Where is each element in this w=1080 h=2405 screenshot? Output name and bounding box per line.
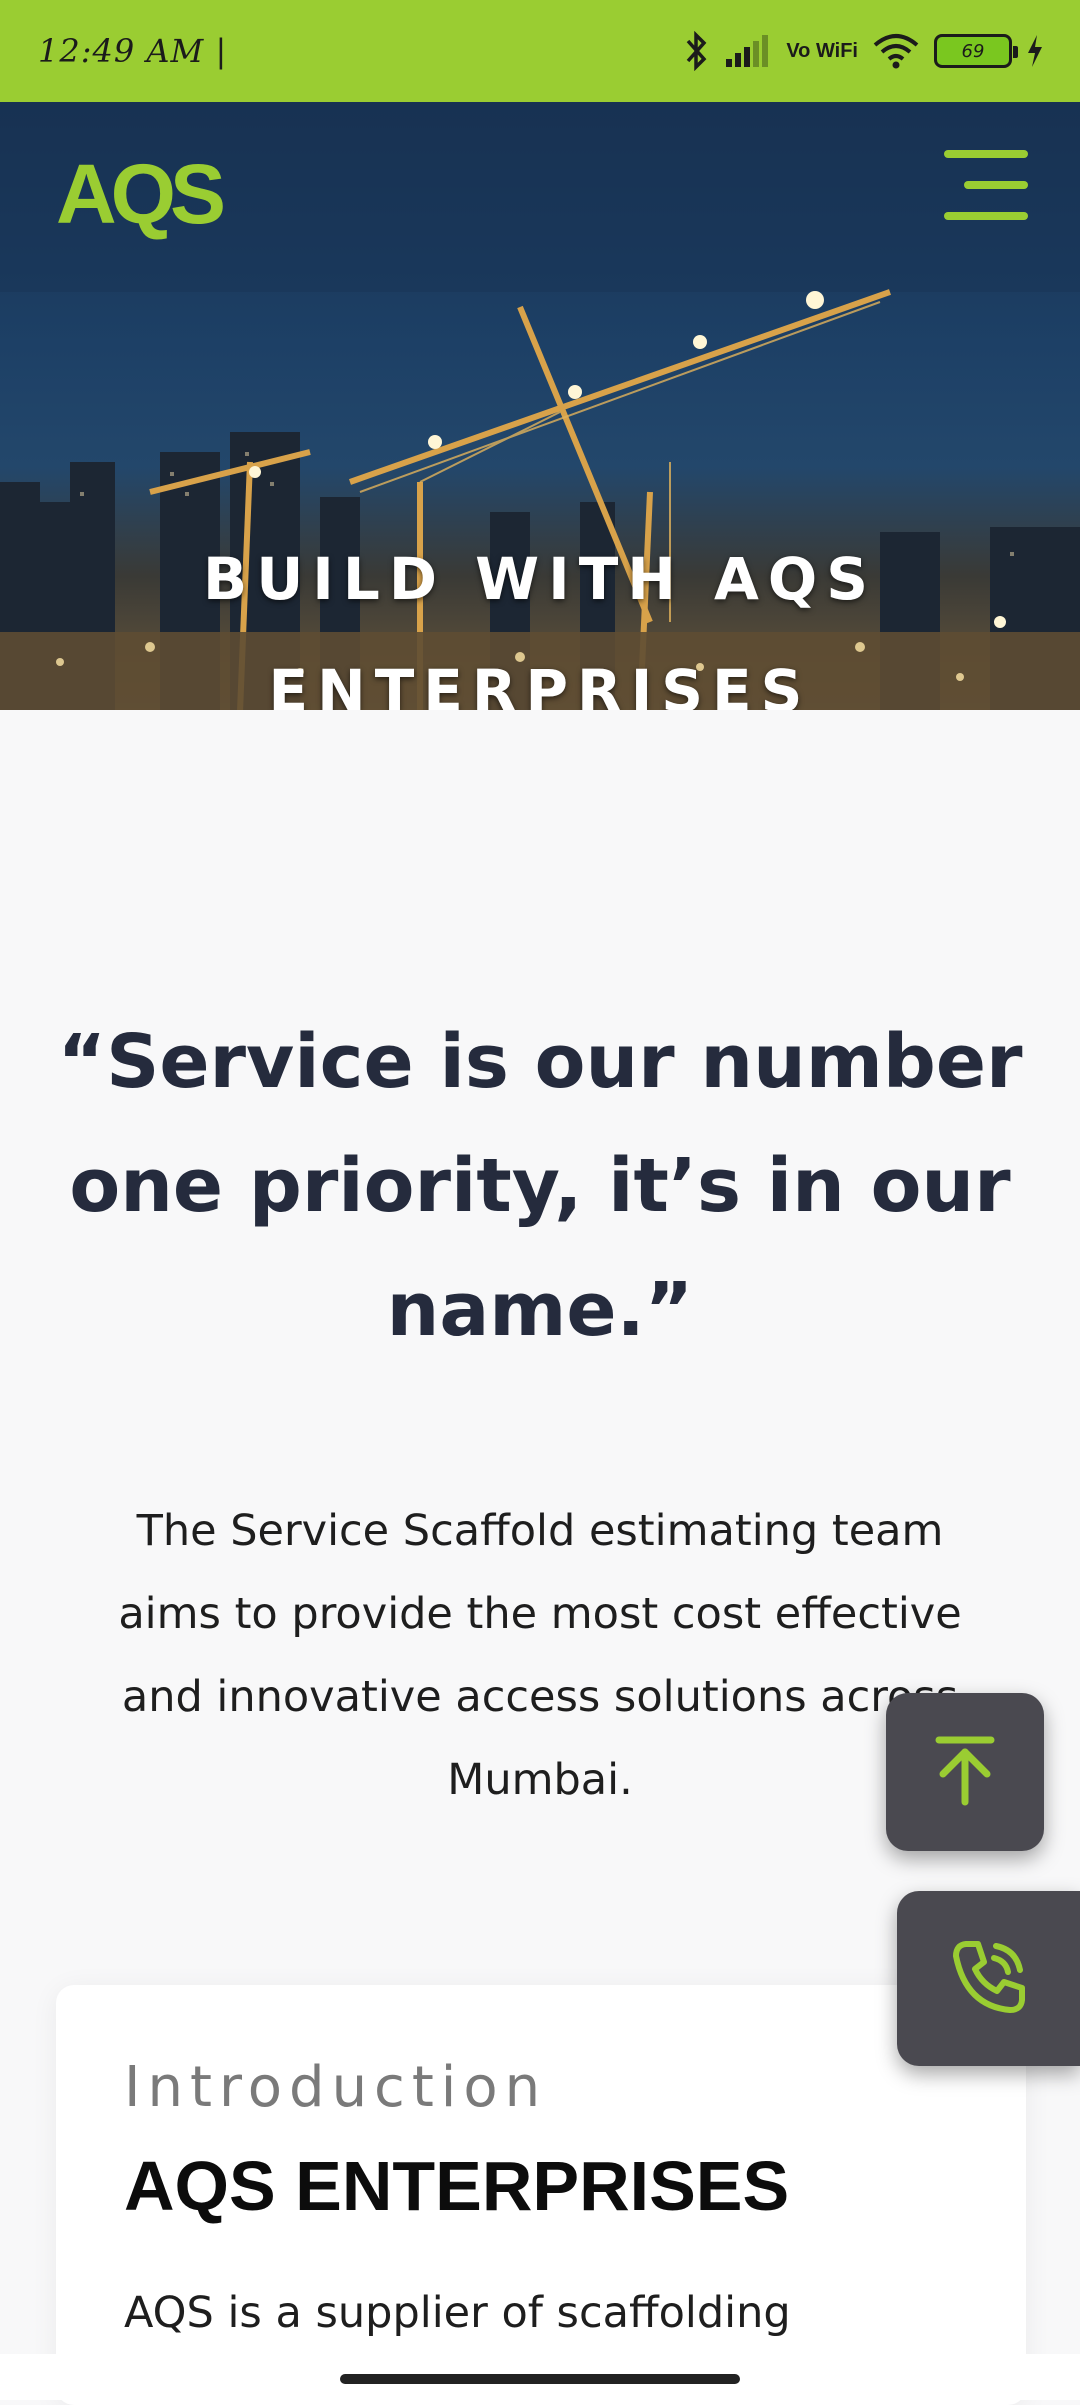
status-time: 12:49 AM | (38, 32, 228, 70)
navigation-bar (0, 2354, 1080, 2400)
scroll-to-top-button[interactable] (886, 1693, 1044, 1851)
card-body: AQS is a supplier of scaffolding (124, 2288, 791, 2338)
arrow-up-to-top-icon (925, 1730, 1005, 1814)
aqs-logo[interactable]: AQS (56, 146, 226, 243)
hero-title-line2: ENTERPRISES (268, 657, 812, 710)
service-quote: “Service is our number one priority, it’… (40, 1000, 1040, 1372)
signal-icon (724, 33, 772, 69)
intro-paragraph: The Service Scaffold estimating team aim… (60, 1490, 1020, 1822)
status-icons: Vo WiFi 69 (684, 31, 1044, 71)
battery-icon: 69 (934, 34, 1018, 68)
intro-line3: and innovative access solutions across (121, 1672, 959, 1722)
hero-banner: AQS BUILD WITH AQS ENTERPRISES (0, 102, 1080, 710)
phone-call-icon (944, 1932, 1034, 2026)
quote-line3: name.” (386, 1267, 694, 1353)
hero-title: BUILD WITH AQS ENTERPRISES (0, 522, 1080, 710)
intro-line4: Mumbai. (447, 1755, 633, 1805)
intro-line1: The Service Scaffold estimating team (136, 1506, 944, 1556)
card-title: AQS ENTERPRISES (124, 2147, 790, 2225)
battery-level: 69 (961, 40, 985, 62)
charging-icon (1026, 34, 1044, 68)
wifi-icon (872, 33, 920, 69)
bluetooth-icon (684, 31, 710, 71)
home-indicator[interactable] (340, 2374, 740, 2384)
introduction-card: Introduction AQS ENTERPRISES AQS is a su… (56, 1985, 1026, 2405)
hero-title-line1: BUILD WITH AQS (203, 545, 877, 613)
quote-line2: one priority, it’s in our (69, 1143, 1011, 1229)
quote-line1: “Service is our number (57, 1019, 1023, 1105)
call-button[interactable] (897, 1891, 1080, 2066)
card-eyebrow: Introduction (124, 2055, 548, 2120)
intro-line2: aims to provide the most cost effective (118, 1589, 962, 1639)
network-label: Vo WiFi (786, 40, 858, 62)
hamburger-menu-icon[interactable] (944, 150, 1028, 220)
status-bar: 12:49 AM | Vo WiFi 69 (0, 0, 1080, 102)
